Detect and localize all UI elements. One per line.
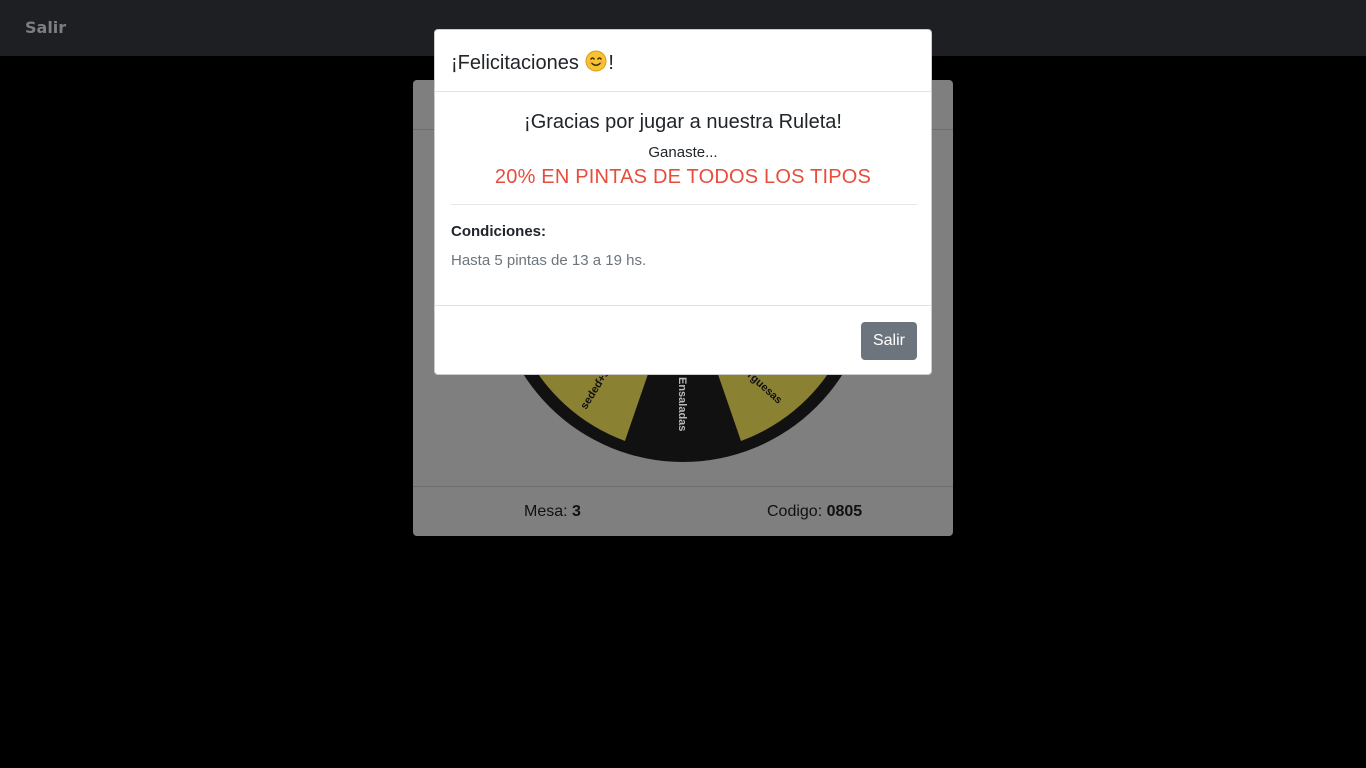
congrats-modal: ¡Felicitaciones ! ¡Gracias por jugar a n… [434, 29, 932, 375]
modal-body: ¡Gracias por jugar a nuestra Ruleta! Gan… [435, 92, 931, 305]
nav-salir-link[interactable]: Salir [25, 18, 66, 37]
prize-text: 20% EN PINTAS DE TODOS LOS TIPOS [494, 166, 872, 188]
smiling-face-icon [585, 50, 607, 72]
modal-title-exclaim: ! [608, 52, 614, 74]
salir-button[interactable]: Salir [861, 322, 917, 360]
modal-title: ¡Felicitaciones ! [451, 50, 614, 75]
modal-footer: Salir [435, 305, 931, 376]
body-divider [451, 204, 917, 205]
modal-header: ¡Felicitaciones ! [435, 30, 931, 92]
modal-title-text: ¡Felicitaciones [451, 52, 579, 74]
ganaste-text: Ganaste... [648, 144, 718, 161]
thanks-message: ¡Gracias por jugar a nuestra Ruleta! [524, 111, 842, 133]
conditions-text: Hasta 5 pintas de 13 a 19 hs. [451, 252, 647, 269]
conditions-label: Condiciones: [451, 223, 547, 240]
